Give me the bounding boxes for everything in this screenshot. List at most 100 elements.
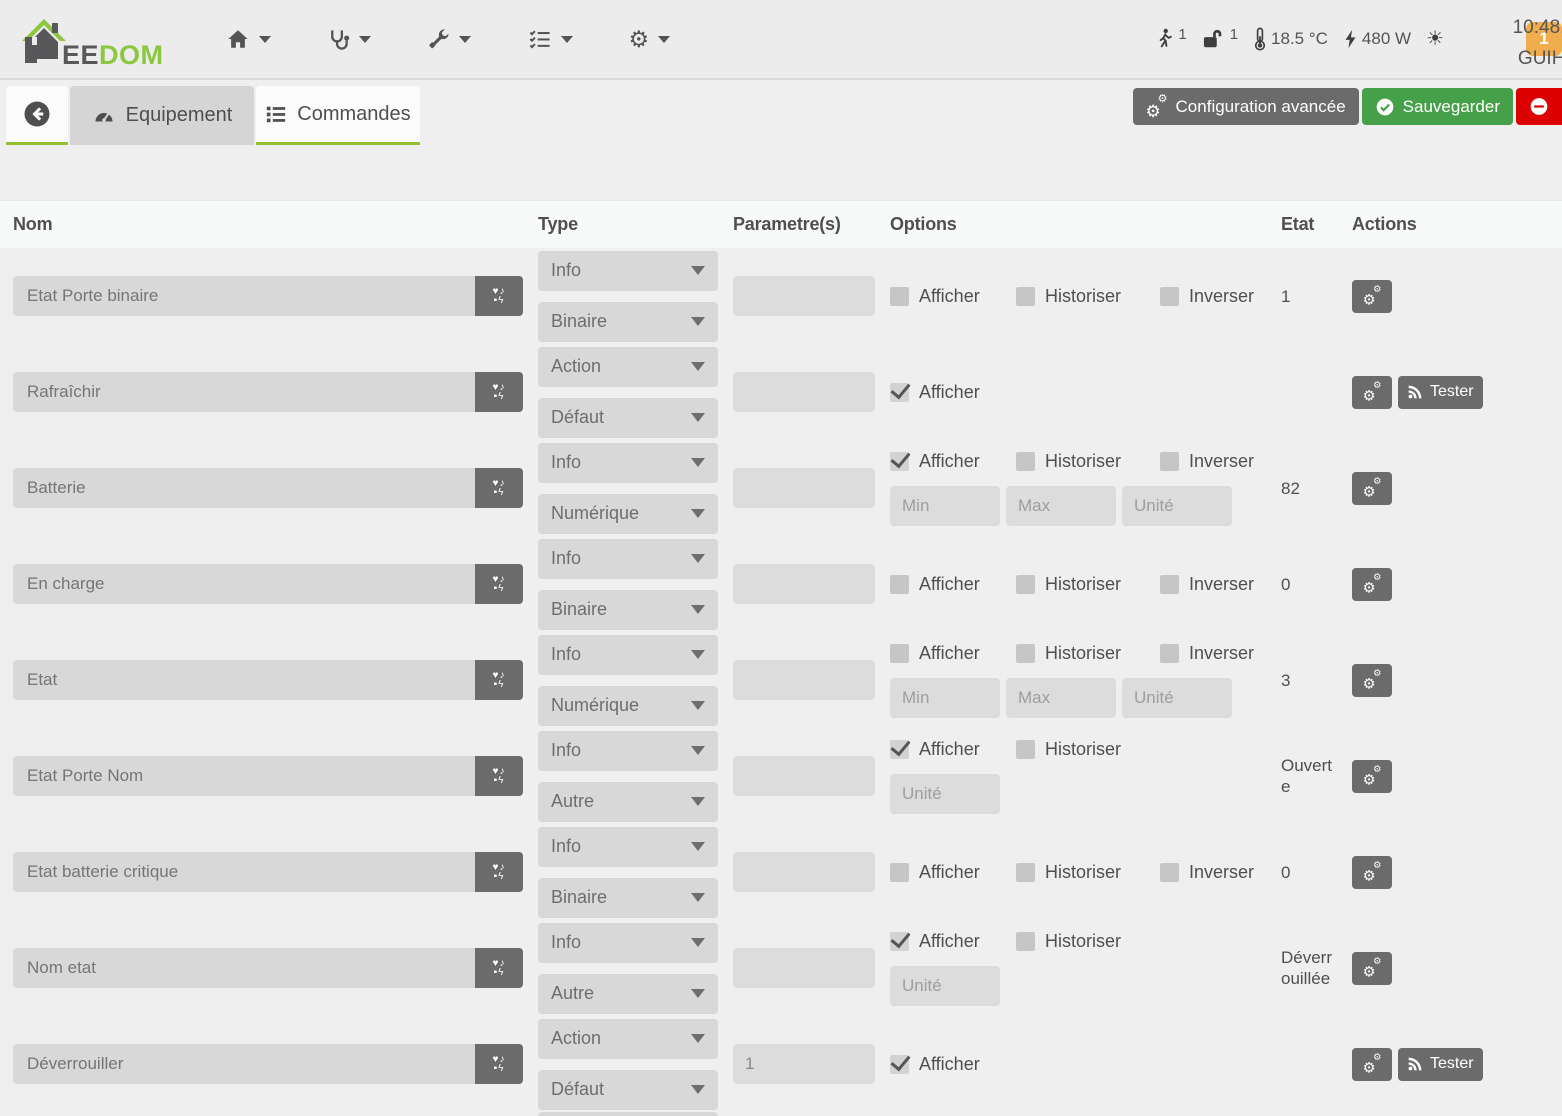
menu-health[interactable] <box>327 28 371 51</box>
min-input[interactable] <box>890 678 1000 718</box>
checkbox-afficher[interactable]: Afficher <box>890 862 1016 883</box>
configuration-button[interactable]: ⚙⚙ <box>1352 1048 1392 1081</box>
checkbox-unchecked-icon[interactable] <box>1160 575 1179 594</box>
checkbox-historiser[interactable]: Historiser <box>1016 739 1160 760</box>
configuration-button[interactable]: ⚙⚙ <box>1352 568 1392 601</box>
checkbox-unchecked-icon[interactable] <box>890 287 909 306</box>
checkbox-afficher[interactable]: Afficher <box>890 643 1016 664</box>
icon-picker-button[interactable]: ♥♪▪ϟ <box>475 756 523 796</box>
tester-button[interactable]: Tester <box>1398 1048 1483 1081</box>
type-select[interactable]: Action <box>538 1019 718 1059</box>
checkbox-unchecked-icon[interactable] <box>1016 863 1035 882</box>
icon-picker-button[interactable]: ♥♪▪ϟ <box>475 1044 523 1084</box>
checkbox-unchecked-icon[interactable] <box>1160 287 1179 306</box>
parameter-input[interactable] <box>733 372 875 412</box>
checkbox-checked-icon[interactable] <box>890 1055 909 1074</box>
configuration-button[interactable]: ⚙⚙ <box>1352 856 1392 889</box>
min-input[interactable] <box>890 486 1000 526</box>
icon-picker-button[interactable]: ♥♪▪ϟ <box>475 468 523 508</box>
type-select[interactable]: Info <box>538 539 718 579</box>
brightness-status[interactable]: ☀ <box>1426 29 1444 49</box>
max-input[interactable] <box>1006 678 1116 718</box>
checkbox-historiser[interactable]: Historiser <box>1016 643 1160 664</box>
subtype-select[interactable]: Autre <box>538 974 718 1014</box>
type-select[interactable]: Info <box>538 827 718 867</box>
subtype-select[interactable]: Défaut <box>538 1070 718 1110</box>
type-select[interactable]: Info <box>538 923 718 963</box>
menu-settings[interactable]: ⚙ <box>629 28 671 51</box>
delete-button[interactable] <box>1516 88 1562 125</box>
checkbox-historiser[interactable]: Historiser <box>1016 574 1160 595</box>
configuration-button[interactable]: ⚙⚙ <box>1352 376 1392 409</box>
temperature-status[interactable]: 18.5 °C <box>1253 27 1328 51</box>
parameter-input[interactable] <box>733 564 875 604</box>
checkbox-unchecked-icon[interactable] <box>1016 575 1035 594</box>
save-button[interactable]: Sauvegarder <box>1362 88 1513 125</box>
icon-picker-button[interactable]: ♥♪▪ϟ <box>475 372 523 412</box>
icon-picker-button[interactable]: ♥♪▪ϟ <box>475 852 523 892</box>
parameter-input[interactable] <box>733 852 875 892</box>
partial-next-row-select[interactable] <box>538 1112 718 1116</box>
checkbox-unchecked-icon[interactable] <box>890 863 909 882</box>
checkbox-unchecked-icon[interactable] <box>1016 644 1035 663</box>
checkbox-checked-icon[interactable] <box>890 452 909 471</box>
checkbox-inverser[interactable]: Inverser <box>1160 574 1254 595</box>
checkbox-historiser[interactable]: Historiser <box>1016 862 1160 883</box>
checkbox-historiser[interactable]: Historiser <box>1016 451 1160 472</box>
command-name-input[interactable] <box>13 372 475 412</box>
checkbox-unchecked-icon[interactable] <box>890 575 909 594</box>
checkbox-unchecked-icon[interactable] <box>1160 452 1179 471</box>
checkbox-inverser[interactable]: Inverser <box>1160 451 1254 472</box>
checkbox-afficher[interactable]: Afficher <box>890 1054 1016 1075</box>
subtype-select[interactable]: Binaire <box>538 590 718 630</box>
type-select[interactable]: Info <box>538 251 718 291</box>
tab-equipement[interactable]: Equipement <box>70 86 254 145</box>
checkbox-inverser[interactable]: Inverser <box>1160 643 1254 664</box>
checkbox-afficher[interactable]: Afficher <box>890 931 1016 952</box>
parameter-input[interactable] <box>733 948 875 988</box>
jeedom-logo[interactable]: EEDOM <box>18 11 164 67</box>
checkbox-unchecked-icon[interactable] <box>1016 452 1035 471</box>
type-select[interactable]: Info <box>538 731 718 771</box>
configuration-button[interactable]: ⚙⚙ <box>1352 760 1392 793</box>
menu-home[interactable] <box>226 28 271 50</box>
tester-button[interactable]: Tester <box>1398 376 1483 409</box>
command-name-input[interactable] <box>13 852 475 892</box>
checkbox-historiser[interactable]: Historiser <box>1016 286 1160 307</box>
checkbox-afficher[interactable]: Afficher <box>890 382 1016 403</box>
command-name-input[interactable] <box>13 276 475 316</box>
lock-status[interactable]: 1 <box>1202 28 1238 50</box>
parameter-input[interactable] <box>733 660 875 700</box>
parameter-input[interactable] <box>733 1044 875 1084</box>
configuration-button[interactable]: ⚙⚙ <box>1352 664 1392 697</box>
checkbox-checked-icon[interactable] <box>890 740 909 759</box>
max-input[interactable] <box>1006 486 1116 526</box>
unite-input[interactable] <box>890 966 1000 1006</box>
checkbox-afficher[interactable]: Afficher <box>890 739 1016 760</box>
checkbox-inverser[interactable]: Inverser <box>1160 286 1254 307</box>
checkbox-unchecked-icon[interactable] <box>1160 863 1179 882</box>
checkbox-checked-icon[interactable] <box>890 383 909 402</box>
type-select[interactable]: Action <box>538 347 718 387</box>
motion-status[interactable]: 1 <box>1156 28 1186 50</box>
checkbox-afficher[interactable]: Afficher <box>890 574 1016 595</box>
subtype-select[interactable]: Numérique <box>538 494 718 534</box>
command-name-input[interactable] <box>13 564 475 604</box>
configuration-button[interactable]: ⚙⚙ <box>1352 952 1392 985</box>
icon-picker-button[interactable]: ♥♪▪ϟ <box>475 564 523 604</box>
type-select[interactable]: Info <box>538 635 718 675</box>
subtype-select[interactable]: Binaire <box>538 302 718 342</box>
command-name-input[interactable] <box>13 660 475 700</box>
unite-input[interactable] <box>890 774 1000 814</box>
power-status[interactable]: 480 W <box>1343 28 1411 50</box>
checkbox-checked-icon[interactable] <box>890 932 909 951</box>
menu-tasks[interactable] <box>527 28 573 50</box>
checkbox-unchecked-icon[interactable] <box>1016 932 1035 951</box>
checkbox-unchecked-icon[interactable] <box>1160 644 1179 663</box>
checkbox-afficher[interactable]: Afficher <box>890 286 1016 307</box>
command-name-input[interactable] <box>13 756 475 796</box>
command-name-input[interactable] <box>13 948 475 988</box>
back-button[interactable] <box>6 86 68 145</box>
subtype-select[interactable]: Défaut <box>538 398 718 438</box>
subtype-select[interactable]: Binaire <box>538 878 718 918</box>
